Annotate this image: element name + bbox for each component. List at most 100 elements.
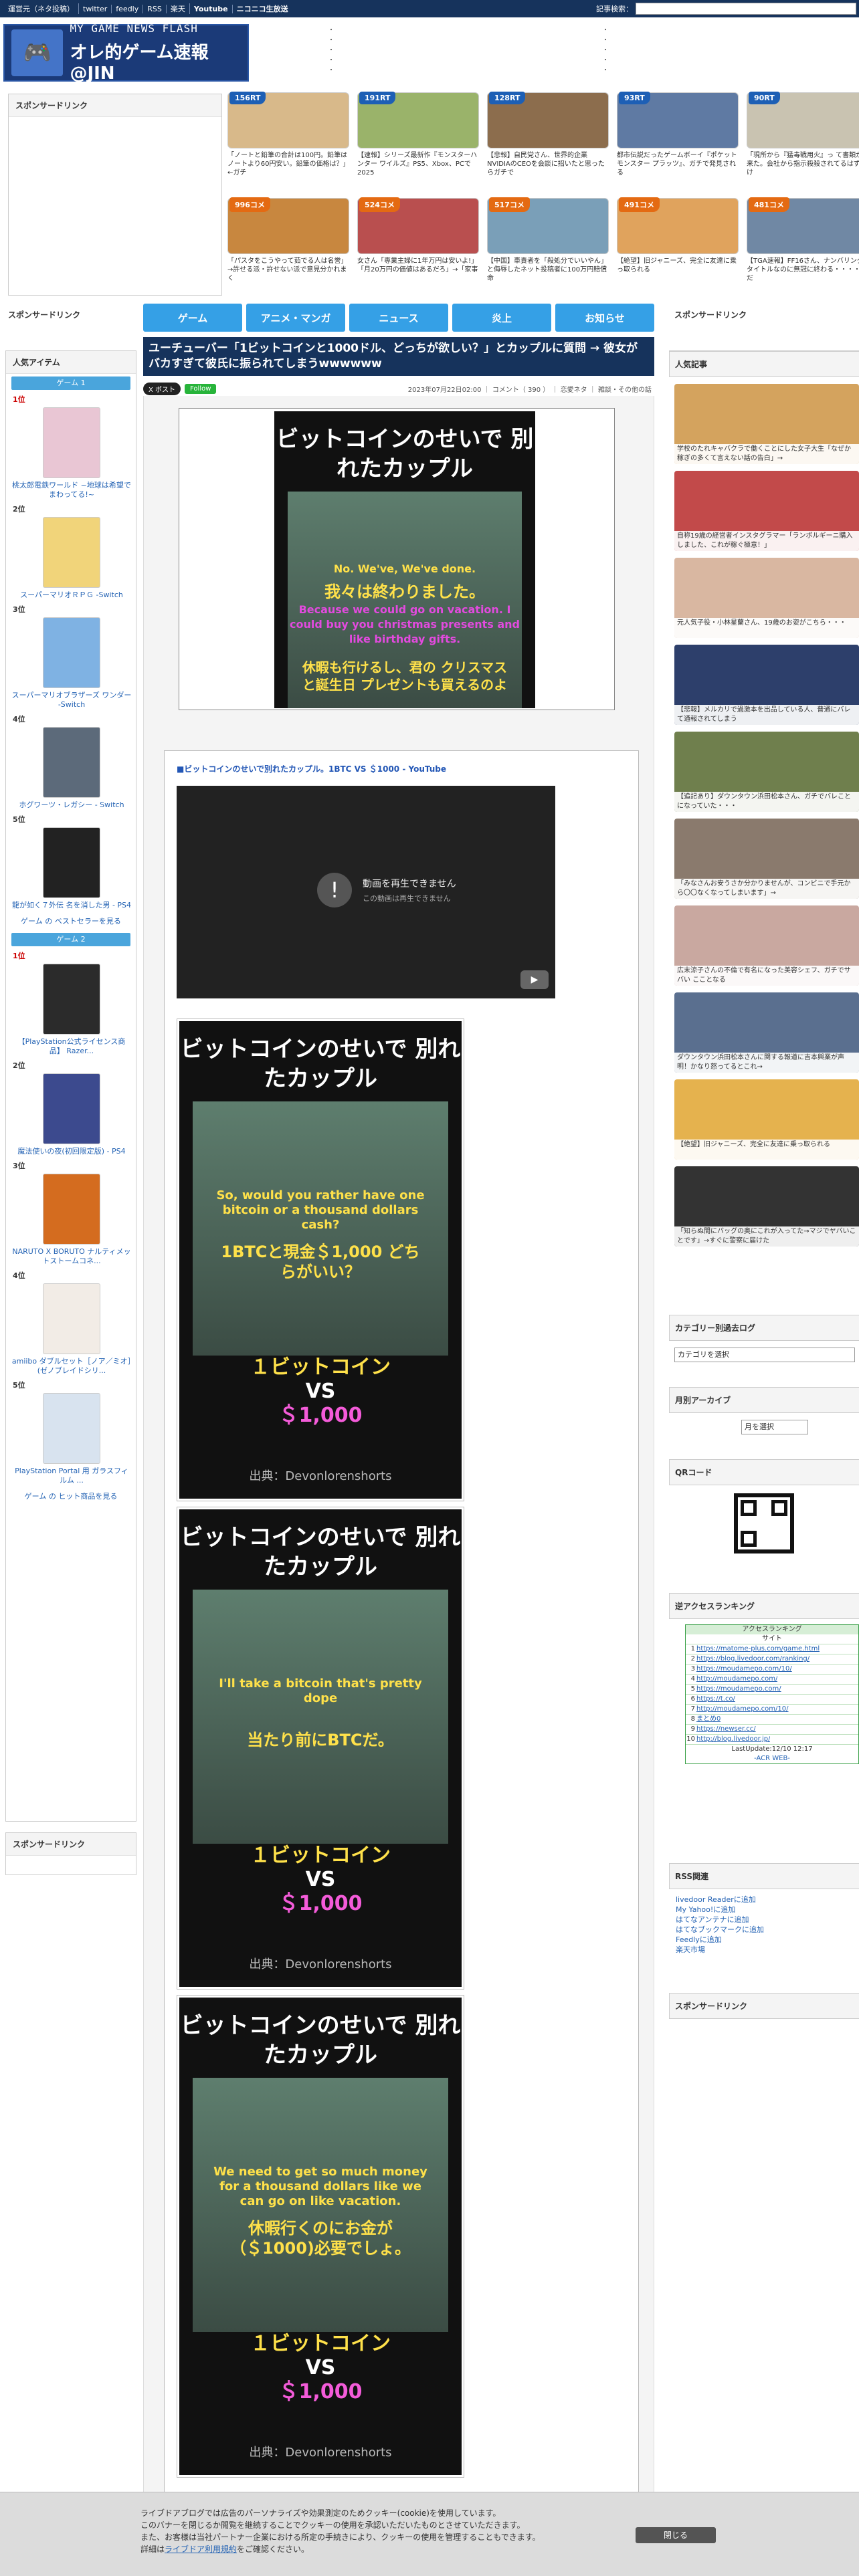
thumb-image[interactable]: 481コメ	[747, 197, 859, 254]
product-name[interactable]: 【PlayStation公式ライセンス商品】 Razer...	[6, 1037, 137, 1056]
popular-article-title[interactable]: 自称19歳の経営者インスタグラマー「ランボルギーニ購入しました、これが稼ぐ極意！…	[674, 531, 859, 551]
thumb-card[interactable]: 491コメ 【絶望】旧ジャニーズ、完全に友達に乗っ取られる	[617, 197, 739, 292]
thumb-caption[interactable]: 「パスタをこうやって茹でる人は名誉」→許せる派・許せない派で意見分かれまく	[227, 257, 349, 284]
rss-link[interactable]: My Yahoo!に追加	[676, 1905, 859, 1915]
product-name[interactable]: NARUTO X BORUTO ナルティメットストームコネ...	[6, 1247, 137, 1266]
thumb-image[interactable]: 517コメ	[487, 197, 609, 254]
product-item[interactable]: 魔法使いの夜(初回限定版) - PS4	[6, 1073, 137, 1156]
product-name[interactable]: 龍が如く７外伝 名を消した男 - PS4	[6, 901, 137, 910]
thumb-caption[interactable]: 「現所から『猛毒戦用火』っ て書類が来た。会社から指示殺殺されてるはずだけ	[747, 151, 859, 178]
popular-article-title[interactable]: 元人気子役・小林星蘭さん、19歳のお姿がこちら・・・	[674, 618, 859, 638]
popular-article[interactable]: 【追記あり】ダウンタウン浜田松本さん、ガチでバレことになっていた・・・	[674, 732, 859, 812]
access-rank-site[interactable]: https://newser.cc/	[696, 1725, 756, 1734]
thumb-caption[interactable]: 【TGA速報】FF16さん、ナンバリングタイトルなのに無冠に終わる・・・・まだ	[747, 257, 859, 284]
product-item[interactable]: スーパーマリオブラザーズ ワンダー -Switch	[6, 617, 137, 710]
product-item[interactable]: スーパーマリオＲＰＧ -Switch	[6, 517, 137, 600]
popular-article[interactable]: 【悲報】メルカリで過激本を出品している人、普通にバレて通報されてしまう	[674, 645, 859, 725]
popular-article[interactable]: 広末涼子さんの不倫で有名になった美容シェフ、ガチでサバい こことなる	[674, 905, 859, 986]
youtube-link[interactable]: ■ビットコインのせいで別れたカップル。1BTC VS ＄1000 - YouTu…	[177, 763, 446, 774]
popular-article-title[interactable]: 「みなさんお安うさか分かりませんが、コンビニで手元から〇〇なくなってしまいます」…	[674, 879, 859, 899]
thumb-image[interactable]: 996コメ	[227, 197, 349, 254]
top-link-youtube[interactable]: Youtube	[190, 4, 233, 13]
popular-article-title[interactable]: 「知らぬ間にバッグの奥にこれが入ってた→マジでヤバいことです」→すぐに警察に届け…	[674, 1226, 859, 1247]
header-news-item[interactable]	[328, 34, 595, 44]
site-logo[interactable]: 🎮 MY GAME NEWS FLASH オレ的ゲーム速報@JIN	[3, 22, 249, 84]
product-image[interactable]	[43, 617, 100, 688]
search-input[interactable]	[636, 3, 856, 15]
popular-article[interactable]: 「知らぬ間にバッグの奥にこれが入ってた→マジでヤバいことです」→すぐに警察に届け…	[674, 1166, 859, 1247]
access-rank-site[interactable]: http://moudamepo.com/	[696, 1675, 777, 1684]
access-rank-site[interactable]: https://moudamepo.com/	[696, 1685, 781, 1694]
archive-select[interactable]: 月を選択	[741, 1420, 808, 1434]
hit-items-link[interactable]: ゲーム の ヒット商品を見る	[6, 1491, 136, 1501]
thumb-caption[interactable]: 【絶望】旧ジャニーズ、完全に友達に乗っ取られる	[617, 257, 739, 284]
top-link-feedly[interactable]: feedly	[112, 4, 144, 13]
youtube-logo-icon[interactable]: ▶	[520, 970, 549, 989]
access-rank-site[interactable]: http://moudamepo.com/10/	[696, 1705, 789, 1714]
thumb-card[interactable]: 93RT 都市伝説だったゲームボーイ『ポケットモンスター プラッツ』、ガチで発見さ…	[617, 92, 739, 186]
rss-link[interactable]: はてなブックマークに追加	[676, 1925, 859, 1935]
product-name[interactable]: 桃太郎電鉄ワールド ~地球は希望でまわってる!~	[6, 481, 137, 500]
popular-article-title[interactable]: 【絶望】旧ジャニーズ、完全に友達に乗っ取られる	[674, 1140, 859, 1160]
header-news-item[interactable]	[602, 34, 859, 44]
product-image[interactable]	[43, 1073, 100, 1144]
popular-article-title[interactable]: 学校のたれキャバクラで働くことにした女子大生「なぜか稼ぎの多くて言えない話の告白…	[674, 444, 859, 464]
access-rank-site[interactable]: https://matome-plus.com/game.html	[696, 1644, 820, 1654]
thumb-caption[interactable]: 女さん「専業主婦に1年万円は安いよ!」「月20万円の価値はあるだろ」→「家事	[357, 257, 479, 284]
top-link-twitter[interactable]: twitter	[79, 4, 112, 13]
header-news-item[interactable]	[328, 64, 595, 74]
nav-game[interactable]: ゲーム	[143, 304, 242, 332]
thumb-caption[interactable]: 【中国】車責者を「殺処分でいいやん」と侮辱したネット投稿者に100万円賠償命	[487, 257, 609, 284]
tab-game-1[interactable]: ゲーム 1	[11, 377, 130, 390]
product-name[interactable]: 魔法使いの夜(初回限定版) - PS4	[6, 1147, 137, 1156]
popular-article-title[interactable]: 広末涼子さんの不倫で有名になった美容シェフ、ガチでサバい こことなる	[674, 966, 859, 986]
product-image[interactable]	[43, 1174, 100, 1245]
popular-article[interactable]: 学校のたれキャバクラで働くことにした女子大生「なぜか稼ぎの多くて言えない話の告白…	[674, 384, 859, 464]
feedly-follow-button[interactable]: Follow	[185, 383, 217, 394]
product-item[interactable]: PlayStation Portal 用 ガラスフィルム ...	[6, 1393, 137, 1485]
top-link-rakuten[interactable]: 楽天	[167, 3, 190, 14]
header-news-item[interactable]	[602, 64, 859, 74]
tab-game-2[interactable]: ゲーム 2	[11, 933, 130, 946]
access-rank-site[interactable]: https://moudamepo.com/10/	[696, 1665, 792, 1674]
product-image[interactable]	[43, 407, 100, 478]
rss-link[interactable]: Feedlyに追加	[676, 1935, 859, 1945]
thumb-caption[interactable]: 【速報】シリーズ最新作『モンスターハンター ワイルズ』PS5、Xbox、PCで2…	[357, 151, 479, 178]
thumb-image[interactable]: 128RT	[487, 92, 609, 148]
access-rank-site[interactable]: まとめ0	[696, 1715, 721, 1724]
product-image[interactable]	[43, 964, 100, 1035]
thumb-caption[interactable]: 【悲報】自民党さん、世界的企業NVIDIAのCEOを会談に招いたと思ったらガチで	[487, 151, 609, 178]
product-item[interactable]: 龍が如く７外伝 名を消した男 - PS4	[6, 827, 137, 910]
product-image[interactable]	[43, 827, 100, 898]
product-item[interactable]: amiibo ダブルセット［ノア／ミオ］(ゼノブレイドシリ...	[6, 1283, 137, 1376]
rss-link[interactable]: livedoor Readerに追加	[676, 1895, 859, 1905]
popular-article[interactable]: 「みなさんお安うさか分かりませんが、コンビニで手元から〇〇なくなってしまいます」…	[674, 819, 859, 899]
header-news-item[interactable]	[602, 24, 859, 34]
thumb-image[interactable]: 93RT	[617, 92, 739, 148]
thumb-card[interactable]: 90RT 「現所から『猛毒戦用火』っ て書類が来た。会社から指示殺殺されてるはずだ…	[747, 92, 859, 186]
thumb-card[interactable]: 524コメ女さん「専業主婦に1年万円は安いよ!」「月20万円の価値はあるだろ」→…	[357, 197, 479, 292]
nav-anime-manga[interactable]: アニメ・マンガ	[246, 304, 345, 332]
thumb-image[interactable]: 191RT	[357, 92, 479, 148]
access-rank-site[interactable]: http://blog.livedoor.jp/	[696, 1735, 770, 1744]
thumb-card[interactable]: 128RT 【悲報】自民党さん、世界的企業NVIDIAのCEOを会談に招いたと思っ…	[487, 92, 609, 186]
popular-article[interactable]: 自称19歳の経営者インスタグラマー「ランボルギーニ購入しました、これが稼ぐ極意！…	[674, 471, 859, 551]
product-item[interactable]: 【PlayStation公式ライセンス商品】 Razer...	[6, 964, 137, 1056]
product-name[interactable]: スーパーマリオＲＰＧ -Switch	[6, 591, 137, 600]
header-news-item[interactable]	[602, 54, 859, 64]
product-name[interactable]: ホグワーツ・レガシー - Switch	[6, 800, 137, 810]
thumb-image[interactable]: 524コメ	[357, 197, 479, 254]
thumb-caption[interactable]: 「ノートと鉛筆の合計は100円。鉛筆はノートより60円安い。鉛筆の価格は？」←ガ…	[227, 151, 349, 178]
header-news-item[interactable]	[602, 44, 859, 54]
article-title[interactable]: ユーチューバー「1ビットコインと1000ドル、どっちが欲しい？」とカップルに質問…	[143, 337, 654, 376]
product-item[interactable]: NARUTO X BORUTO ナルティメットストームコネ...	[6, 1174, 137, 1266]
rss-link[interactable]: 楽天市場	[676, 1945, 859, 1955]
product-image[interactable]	[43, 1393, 100, 1464]
header-news-item[interactable]	[328, 54, 595, 64]
nav-news[interactable]: ニュース	[349, 304, 448, 332]
terms-link[interactable]: ライブドア利用規約	[165, 2545, 237, 2554]
popular-article-title[interactable]: 【悲報】メルカリで過激本を出品している人、普通にバレて通報されてしまう	[674, 705, 859, 725]
top-link-niconico[interactable]: ニコニコ生放送	[233, 3, 292, 14]
category-select[interactable]: カテゴリを選択	[674, 1348, 855, 1362]
product-name[interactable]: スーパーマリオブラザーズ ワンダー -Switch	[6, 691, 137, 710]
